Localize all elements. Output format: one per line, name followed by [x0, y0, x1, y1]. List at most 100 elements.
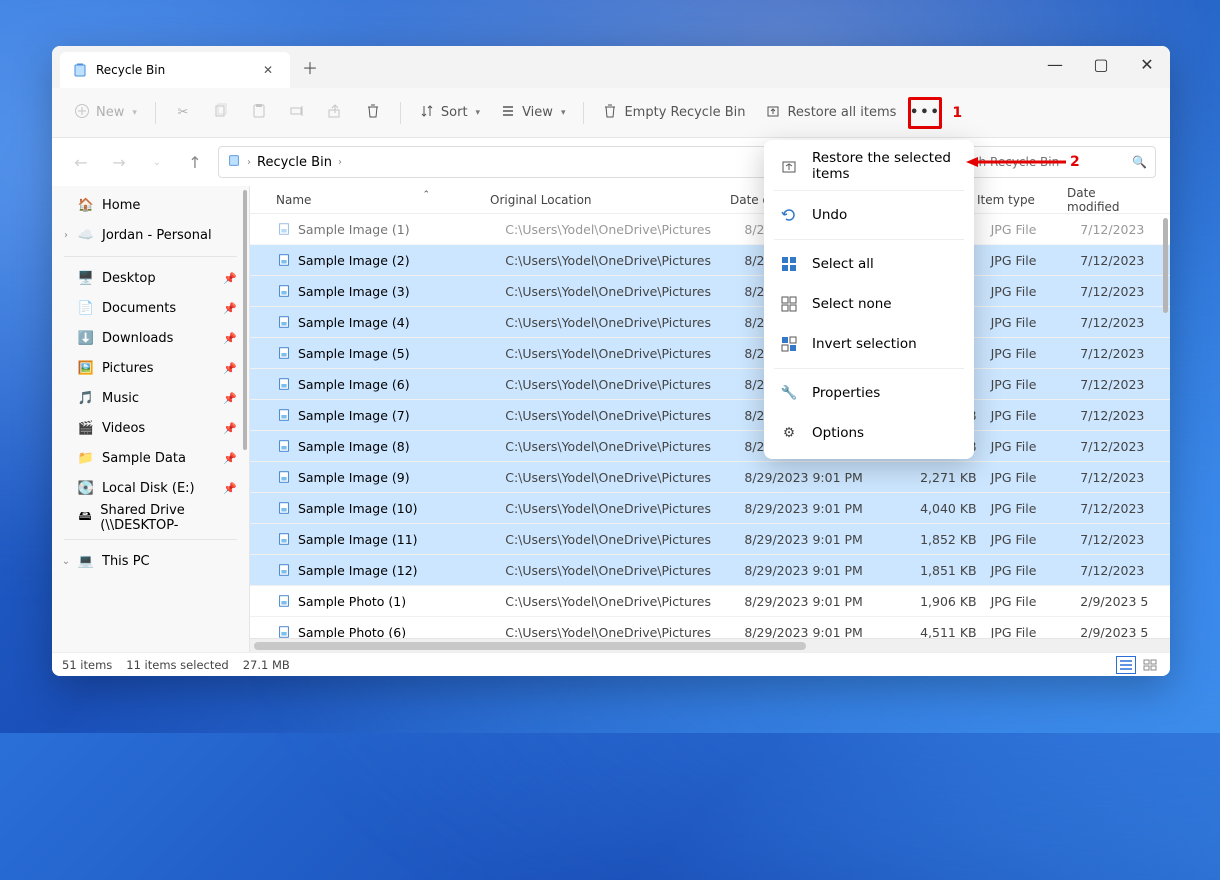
- chevron-right-icon: ›: [247, 157, 251, 168]
- toolbar: New ▾ ✂ Sort ▾ View ▾ Empty Recycle Bin …: [52, 88, 1170, 138]
- nav-music[interactable]: 🎵Music📌: [52, 383, 249, 413]
- ctx-restore-selected[interactable]: Restore the selected items: [764, 146, 974, 186]
- cell-modified: 2/9/2023 5: [1080, 625, 1170, 639]
- file-row[interactable]: Sample Image (1)C:\Users\Yodel\OneDrive\…: [250, 214, 1170, 245]
- forward-button[interactable]: →: [104, 147, 134, 177]
- more-button[interactable]: •••: [908, 97, 942, 129]
- new-tab-button[interactable]: ＋: [294, 51, 326, 83]
- cell-location: C:\Users\Yodel\OneDrive\Pictures: [505, 594, 744, 609]
- empty-recycle-bin-button[interactable]: Empty Recycle Bin: [594, 97, 753, 129]
- file-icon: [276, 469, 292, 485]
- file-row[interactable]: Sample Photo (6)C:\Users\Yodel\OneDrive\…: [250, 617, 1170, 638]
- cell-location: C:\Users\Yodel\OneDrive\Pictures: [505, 563, 744, 578]
- file-row[interactable]: Sample Image (2)C:\Users\Yodel\OneDrive\…: [250, 245, 1170, 276]
- cut-button[interactable]: ✂: [166, 97, 200, 129]
- horizontal-scrollbar[interactable]: [250, 638, 1170, 652]
- nav-desktop[interactable]: 🖥️Desktop📌: [52, 263, 249, 293]
- new-button[interactable]: New ▾: [66, 97, 145, 129]
- ctx-invert-selection[interactable]: Invert selection: [764, 324, 974, 364]
- cell-modified: 7/12/2023: [1080, 470, 1170, 485]
- back-button[interactable]: ←: [66, 147, 96, 177]
- share-button[interactable]: [318, 97, 352, 129]
- file-row[interactable]: Sample Image (6)C:\Users\Yodel\OneDrive\…: [250, 369, 1170, 400]
- ctx-undo[interactable]: Undo: [764, 195, 974, 235]
- chevron-right-icon[interactable]: ›: [60, 230, 72, 241]
- pictures-icon: 🖼️: [78, 360, 94, 376]
- cell-name: Sample Image (7): [298, 408, 505, 423]
- pin-icon: 📌: [223, 332, 237, 345]
- drive-icon: 💽: [78, 480, 94, 496]
- home-icon: 🏠: [78, 197, 94, 213]
- ctx-select-all[interactable]: Select all: [764, 244, 974, 284]
- file-row[interactable]: Sample Photo (1)C:\Users\Yodel\OneDrive\…: [250, 586, 1170, 617]
- file-icon: [276, 500, 292, 516]
- chevron-down-icon[interactable]: ⌄: [60, 556, 72, 567]
- details-view-button[interactable]: [1116, 656, 1136, 674]
- file-row[interactable]: Sample Image (12)C:\Users\Yodel\OneDrive…: [250, 555, 1170, 586]
- paste-button[interactable]: [242, 97, 276, 129]
- cell-type: JPG File: [991, 470, 1081, 485]
- file-row[interactable]: Sample Image (11)C:\Users\Yodel\OneDrive…: [250, 524, 1170, 555]
- cell-name: Sample Image (3): [298, 284, 505, 299]
- maximize-button[interactable]: ▢: [1078, 46, 1124, 82]
- cell-date-deleted: 8/29/2023 9:01 PM: [744, 594, 915, 609]
- col-modified[interactable]: Date modified: [1067, 186, 1157, 214]
- rename-button[interactable]: [280, 97, 314, 129]
- recent-button[interactable]: ⌄: [142, 147, 172, 177]
- separator: [774, 368, 964, 369]
- nav-documents[interactable]: 📄Documents📌: [52, 293, 249, 323]
- cell-date-deleted: 8/29/2023 9:01 PM: [744, 563, 915, 578]
- thumbnails-view-button[interactable]: [1140, 656, 1160, 674]
- scrollbar-thumb[interactable]: [243, 190, 247, 450]
- delete-button[interactable]: [356, 97, 390, 129]
- breadcrumb-item[interactable]: Recycle Bin: [257, 155, 332, 170]
- file-row[interactable]: Sample Image (4)C:\Users\Yodel\OneDrive\…: [250, 307, 1170, 338]
- file-row[interactable]: Sample Image (3)C:\Users\Yodel\OneDrive\…: [250, 276, 1170, 307]
- scrollbar-thumb[interactable]: [254, 642, 806, 650]
- col-name[interactable]: Name⌃: [276, 193, 490, 207]
- nav-sample-data[interactable]: 📁Sample Data📌: [52, 443, 249, 473]
- scissors-icon: ✂: [177, 105, 188, 120]
- search-icon[interactable]: 🔍: [1132, 155, 1147, 169]
- nav-personal[interactable]: ›☁️Jordan - Personal: [52, 220, 249, 250]
- separator: [155, 102, 156, 124]
- file-icon: [276, 345, 292, 361]
- nav-videos[interactable]: 🎬Videos📌: [52, 413, 249, 443]
- scrollbar-thumb[interactable]: [1163, 218, 1168, 313]
- copy-button[interactable]: [204, 97, 238, 129]
- file-icon: [276, 376, 292, 392]
- view-button[interactable]: View ▾: [492, 97, 573, 129]
- cell-name: Sample Image (2): [298, 253, 505, 268]
- col-type[interactable]: Item type: [977, 193, 1067, 207]
- pin-icon: 📌: [223, 422, 237, 435]
- context-menu: Restore the selected items Undo Select a…: [764, 140, 974, 459]
- file-row[interactable]: Sample Image (10)C:\Users\Yodel\OneDrive…: [250, 493, 1170, 524]
- nav-shared-drive[interactable]: 🖴Shared Drive (\\DESKTOP-: [52, 503, 249, 533]
- chevron-right-icon: ›: [338, 157, 342, 168]
- up-button[interactable]: ↑: [180, 147, 210, 177]
- tab-close-button[interactable]: ✕: [258, 63, 278, 77]
- col-location[interactable]: Original Location: [490, 193, 730, 207]
- ctx-options[interactable]: ⚙Options: [764, 413, 974, 453]
- cell-name: Sample Photo (1): [298, 594, 505, 609]
- tab-recycle-bin[interactable]: Recycle Bin ✕: [60, 52, 290, 88]
- file-row[interactable]: Sample Image (9)C:\Users\Yodel\OneDrive\…: [250, 462, 1170, 493]
- nav-this-pc[interactable]: ⌄💻This PC: [52, 546, 249, 576]
- nav-pictures[interactable]: 🖼️Pictures📌: [52, 353, 249, 383]
- restore-all-button[interactable]: Restore all items: [757, 97, 904, 129]
- item-count: 51 items: [62, 658, 112, 672]
- file-row[interactable]: Sample Image (5)C:\Users\Yodel\OneDrive\…: [250, 338, 1170, 369]
- cell-type: JPG File: [991, 346, 1081, 361]
- minimize-button[interactable]: —: [1032, 46, 1078, 82]
- nav-downloads[interactable]: ⬇️Downloads📌: [52, 323, 249, 353]
- file-row[interactable]: Sample Image (8)C:\Users\Yodel\OneDrive\…: [250, 431, 1170, 462]
- sort-button[interactable]: Sort ▾: [411, 97, 488, 129]
- ctx-properties[interactable]: 🔧Properties: [764, 373, 974, 413]
- gear-icon: ⚙: [780, 424, 798, 442]
- nav-local-disk[interactable]: 💽Local Disk (E:)📌: [52, 473, 249, 503]
- close-button[interactable]: ✕: [1124, 46, 1170, 82]
- file-row[interactable]: Sample Image (7)C:\Users\Yodel\OneDrive\…: [250, 400, 1170, 431]
- file-explorer-window: Recycle Bin ✕ ＋ — ▢ ✕ New ▾ ✂ Sort ▾: [52, 46, 1170, 676]
- ctx-select-none[interactable]: Select none: [764, 284, 974, 324]
- nav-home[interactable]: 🏠Home: [52, 190, 249, 220]
